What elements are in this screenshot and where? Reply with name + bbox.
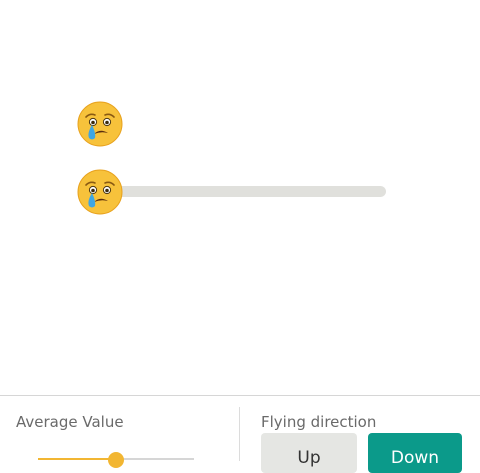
average-value-label: Average Value [16, 413, 124, 431]
average-value-thumb[interactable] [108, 452, 124, 468]
emoji-slider-demo [0, 0, 480, 395]
flying-direction-label: Flying direction [261, 413, 377, 431]
panel-divider [239, 407, 240, 461]
emoji-slider-track[interactable] [100, 186, 386, 197]
control-panel: Average Value Flying direction Up Down [0, 395, 480, 473]
direction-up-button[interactable]: Up [261, 433, 357, 473]
crying-face-thumb-icon[interactable] [77, 169, 123, 215]
direction-down-button[interactable]: Down [368, 433, 462, 473]
crying-face-icon [77, 101, 123, 147]
